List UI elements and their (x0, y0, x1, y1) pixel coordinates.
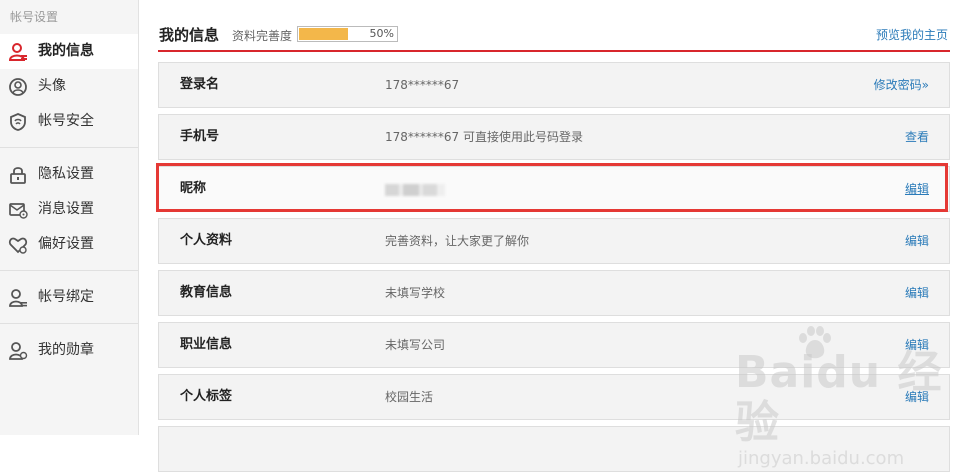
view-phone-link[interactable]: 查看 (905, 115, 929, 159)
edit-education-link[interactable]: 编辑 (905, 271, 929, 315)
sidebar-item-label: 头像 (38, 78, 66, 94)
row-phone: 手机号 178******67 可直接使用此号码登录 查看 (158, 114, 950, 160)
row-tags: 个人标签 校园生活 编辑 (158, 374, 950, 420)
medal-icon (9, 342, 28, 360)
edit-tags-link[interactable]: 编辑 (905, 375, 929, 419)
sidebar-item-preferences[interactable]: 偏好设置 (0, 227, 138, 262)
row-value: 178******67 (385, 78, 460, 92)
row-value: 校园生活 (385, 390, 434, 404)
row-label: 教育信息 (180, 285, 233, 300)
user-link-icon (9, 289, 27, 307)
sidebar-item-label: 我的勋章 (38, 342, 94, 358)
sidebar-divider (0, 270, 138, 271)
row-profile: 个人资料 完善资料，让大家更了解你 编辑 (158, 218, 950, 264)
preview-homepage-link[interactable]: 预览我的主页 (876, 26, 948, 43)
sidebar-item-my-info[interactable]: 我的信息 (0, 34, 138, 69)
completeness-percent: 50% (369, 27, 394, 40)
row-label: 个人标签 (180, 389, 233, 404)
row-value: 完善资料，让大家更了解你 (385, 234, 530, 248)
sidebar-item-account-binding[interactable]: 帐号绑定 (0, 280, 138, 315)
row-label: 职业信息 (180, 337, 233, 352)
row-education: 教育信息 未填写学校 编辑 (158, 270, 950, 316)
row-value (385, 167, 445, 211)
sidebar-item-messages[interactable]: 消息设置 (0, 192, 138, 227)
row-label: 昵称 (180, 181, 207, 196)
blurred-nickname (385, 183, 445, 196)
row-login-name: 登录名 178******67 修改密码» (158, 62, 950, 108)
sidebar-item-label: 偏好设置 (38, 236, 94, 252)
sidebar-divider (0, 323, 138, 324)
heart-icon (8, 237, 28, 254)
row-nickname: 昵称 编辑 (158, 166, 950, 212)
sidebar-item-label: 我的信息 (38, 43, 94, 59)
row-partial (158, 426, 950, 472)
edit-profile-link[interactable]: 编辑 (905, 219, 929, 263)
edit-career-link[interactable]: 编辑 (905, 323, 929, 367)
lock-icon (10, 167, 26, 184)
sidebar-item-label: 帐号绑定 (38, 289, 94, 305)
sidebar-item-account-security[interactable]: 帐号安全 (0, 104, 138, 139)
change-password-link[interactable]: 修改密码» (874, 63, 929, 107)
sidebar: 帐号设置 我的信息 头像 帐号安全 隐私设置 消息设置 偏好设置 帐号绑定 我的… (0, 0, 139, 435)
title-bar: 我的信息 资料完善度 50% 预览我的主页 (158, 0, 950, 52)
row-value: 未填写学校 (385, 286, 446, 300)
sidebar-header: 帐号设置 (10, 10, 59, 24)
row-label: 个人资料 (180, 233, 233, 248)
sidebar-item-label: 消息设置 (38, 201, 94, 217)
shield-icon (10, 113, 26, 131)
sidebar-item-badges[interactable]: 我的勋章 (0, 333, 138, 368)
main-content: 我的信息 资料完善度 50% 预览我的主页 登录名 178******67 修改… (158, 0, 950, 472)
row-career: 职业信息 未填写公司 编辑 (158, 322, 950, 368)
sidebar-item-privacy[interactable]: 隐私设置 (0, 157, 138, 192)
sidebar-item-avatar[interactable]: 头像 (0, 69, 138, 104)
sidebar-item-label: 帐号安全 (38, 113, 94, 129)
progress-fill (299, 28, 348, 40)
row-value: 178******67 可直接使用此号码登录 (385, 130, 583, 144)
user-icon (8, 43, 27, 61)
completeness-progress-bar: 50% (297, 26, 398, 42)
page-title: 我的信息 (159, 26, 220, 44)
avatar-icon (9, 78, 27, 96)
sidebar-divider (0, 147, 138, 148)
row-value: 未填写公司 (385, 338, 446, 352)
row-label: 登录名 (180, 77, 220, 92)
message-icon (9, 203, 28, 219)
edit-nickname-link[interactable]: 编辑 (905, 167, 929, 211)
row-label: 手机号 (180, 129, 220, 144)
sidebar-item-label: 隐私设置 (38, 166, 94, 182)
completeness-label: 资料完善度 (232, 29, 293, 43)
